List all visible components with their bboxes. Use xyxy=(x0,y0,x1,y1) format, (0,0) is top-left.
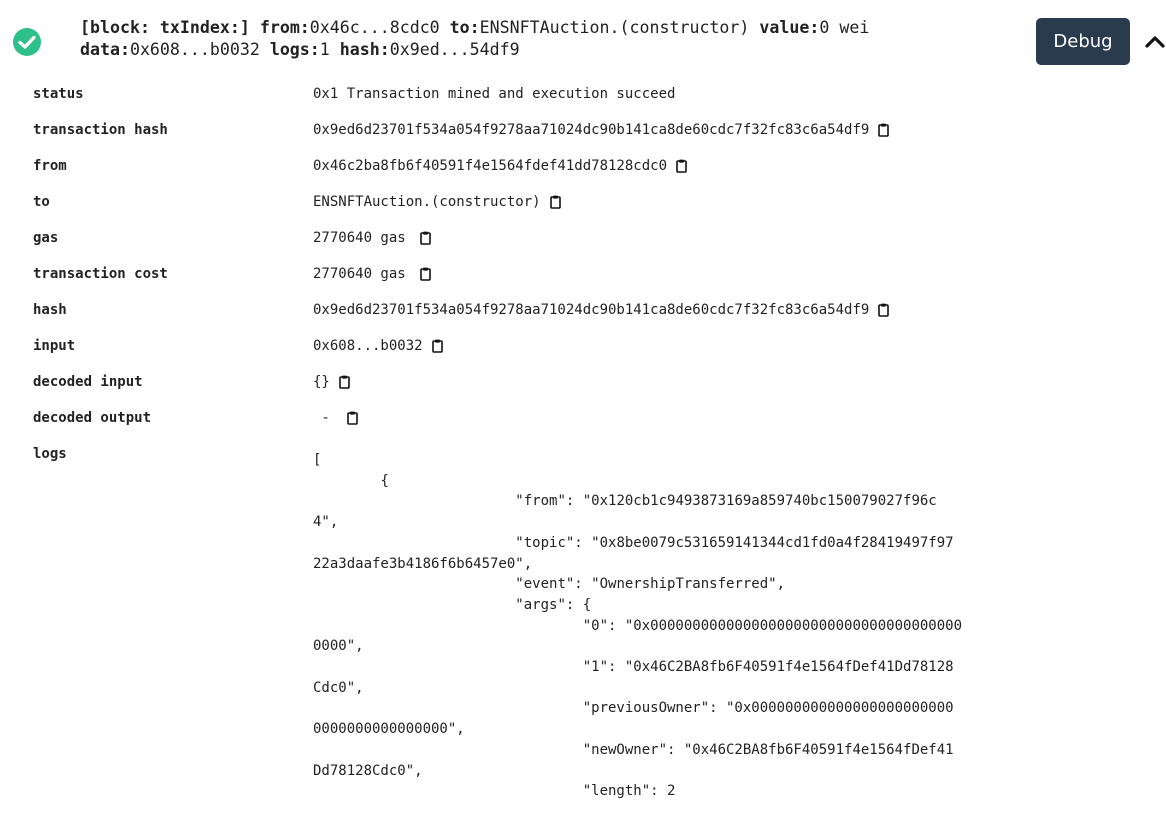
detail-value-text: 2770640 gas xyxy=(313,266,406,282)
clipboard-icon[interactable] xyxy=(878,123,890,137)
detail-value: 0x46c2ba8fb6f40591f4e1564fdef41dd78128cd… xyxy=(313,158,687,174)
detail-value: 0x9ed6d23701f534a054f9278aa71024dc90b141… xyxy=(313,302,890,318)
detail-label: hash xyxy=(33,302,67,318)
data-value: 0x608...b0032 xyxy=(129,40,260,59)
detail-value: 2770640 gas xyxy=(313,230,431,246)
summary-line-2: data:0x608...b0032 logs:1 hash:0x9ed...5… xyxy=(80,39,1025,61)
hash-label: hash: xyxy=(339,40,390,59)
detail-value-text: ENSNFTAuction.(constructor) xyxy=(313,194,541,210)
detail-value-text: {} xyxy=(313,374,330,390)
detail-value-text: 2770640 gas xyxy=(313,230,406,246)
check-circle-icon xyxy=(13,28,41,56)
debug-button[interactable]: Debug xyxy=(1036,18,1130,65)
detail-label: logs xyxy=(33,446,67,462)
detail-value: 0x1 Transaction mined and execution succ… xyxy=(313,86,675,102)
detail-label: transaction cost xyxy=(33,266,168,282)
detail-label: from xyxy=(33,158,67,174)
clipboard-icon[interactable] xyxy=(676,159,687,173)
value-label: value: xyxy=(759,18,820,37)
clipboard-icon[interactable] xyxy=(549,195,561,209)
detail-label: input xyxy=(33,338,76,354)
detail-value-text: 0x9ed6d23701f534a054f9278aa71024dc90b141… xyxy=(313,122,870,138)
detail-value: - xyxy=(313,410,359,426)
detail-label: decoded input xyxy=(33,374,143,390)
summary-line-1: [block: txIndex:] from:0x46c...8cdc0 to:… xyxy=(80,17,1025,39)
logs-value: 1 xyxy=(319,40,330,59)
to-label: to: xyxy=(449,18,480,37)
detail-value: {} xyxy=(313,374,350,390)
detail-value: 2770640 gas xyxy=(313,266,431,282)
clipboard-icon[interactable] xyxy=(419,267,431,281)
logs-json: [ { "from": "0x120cb1c9493873169a859740b… xyxy=(313,452,963,800)
clipboard-icon[interactable] xyxy=(347,411,359,425)
block-label: [block: txIndex:] xyxy=(80,18,250,37)
value-value: 0 wei xyxy=(819,18,870,37)
detail-value-text: 0x9ed6d23701f534a054f9278aa71024dc90b141… xyxy=(313,302,870,318)
clipboard-icon[interactable] xyxy=(339,375,350,389)
detail-label: gas xyxy=(33,230,59,246)
logs-label: logs: xyxy=(269,40,320,59)
to-value: ENSNFTAuction.(constructor) xyxy=(479,18,750,37)
detail-label: to xyxy=(33,194,50,210)
detail-value: 0x9ed6d23701f534a054f9278aa71024dc90b141… xyxy=(313,122,890,138)
detail-value: ENSNFTAuction.(constructor) xyxy=(313,194,561,210)
clipboard-icon[interactable] xyxy=(419,231,431,245)
transaction-summary: [block: txIndex:] from:0x46c...8cdc0 to:… xyxy=(80,17,1025,61)
detail-label: status xyxy=(33,86,84,102)
detail-value-text: 0x608...b0032 xyxy=(313,338,423,354)
clipboard-icon[interactable] xyxy=(878,303,890,317)
detail-value-text: 0x1 Transaction mined and execution succ… xyxy=(313,86,676,102)
hash-value: 0x9ed...54df9 xyxy=(389,40,520,59)
transaction-header[interactable]: [block: txIndex:] from:0x46c...8cdc0 to:… xyxy=(0,0,1166,76)
detail-label: transaction hash xyxy=(33,122,168,138)
detail-value-text: - xyxy=(313,410,339,426)
chevron-up-icon[interactable] xyxy=(1143,32,1166,50)
clipboard-icon[interactable] xyxy=(431,339,443,353)
detail-label: decoded output xyxy=(33,410,152,426)
from-label: from: xyxy=(259,18,310,37)
detail-value-text: 0x46c2ba8fb6f40591f4e1564fdef41dd78128cd… xyxy=(313,158,668,174)
detail-value: 0x608...b0032 xyxy=(313,338,443,354)
from-value: 0x46c...8cdc0 xyxy=(309,18,440,37)
data-label: data: xyxy=(80,40,130,59)
